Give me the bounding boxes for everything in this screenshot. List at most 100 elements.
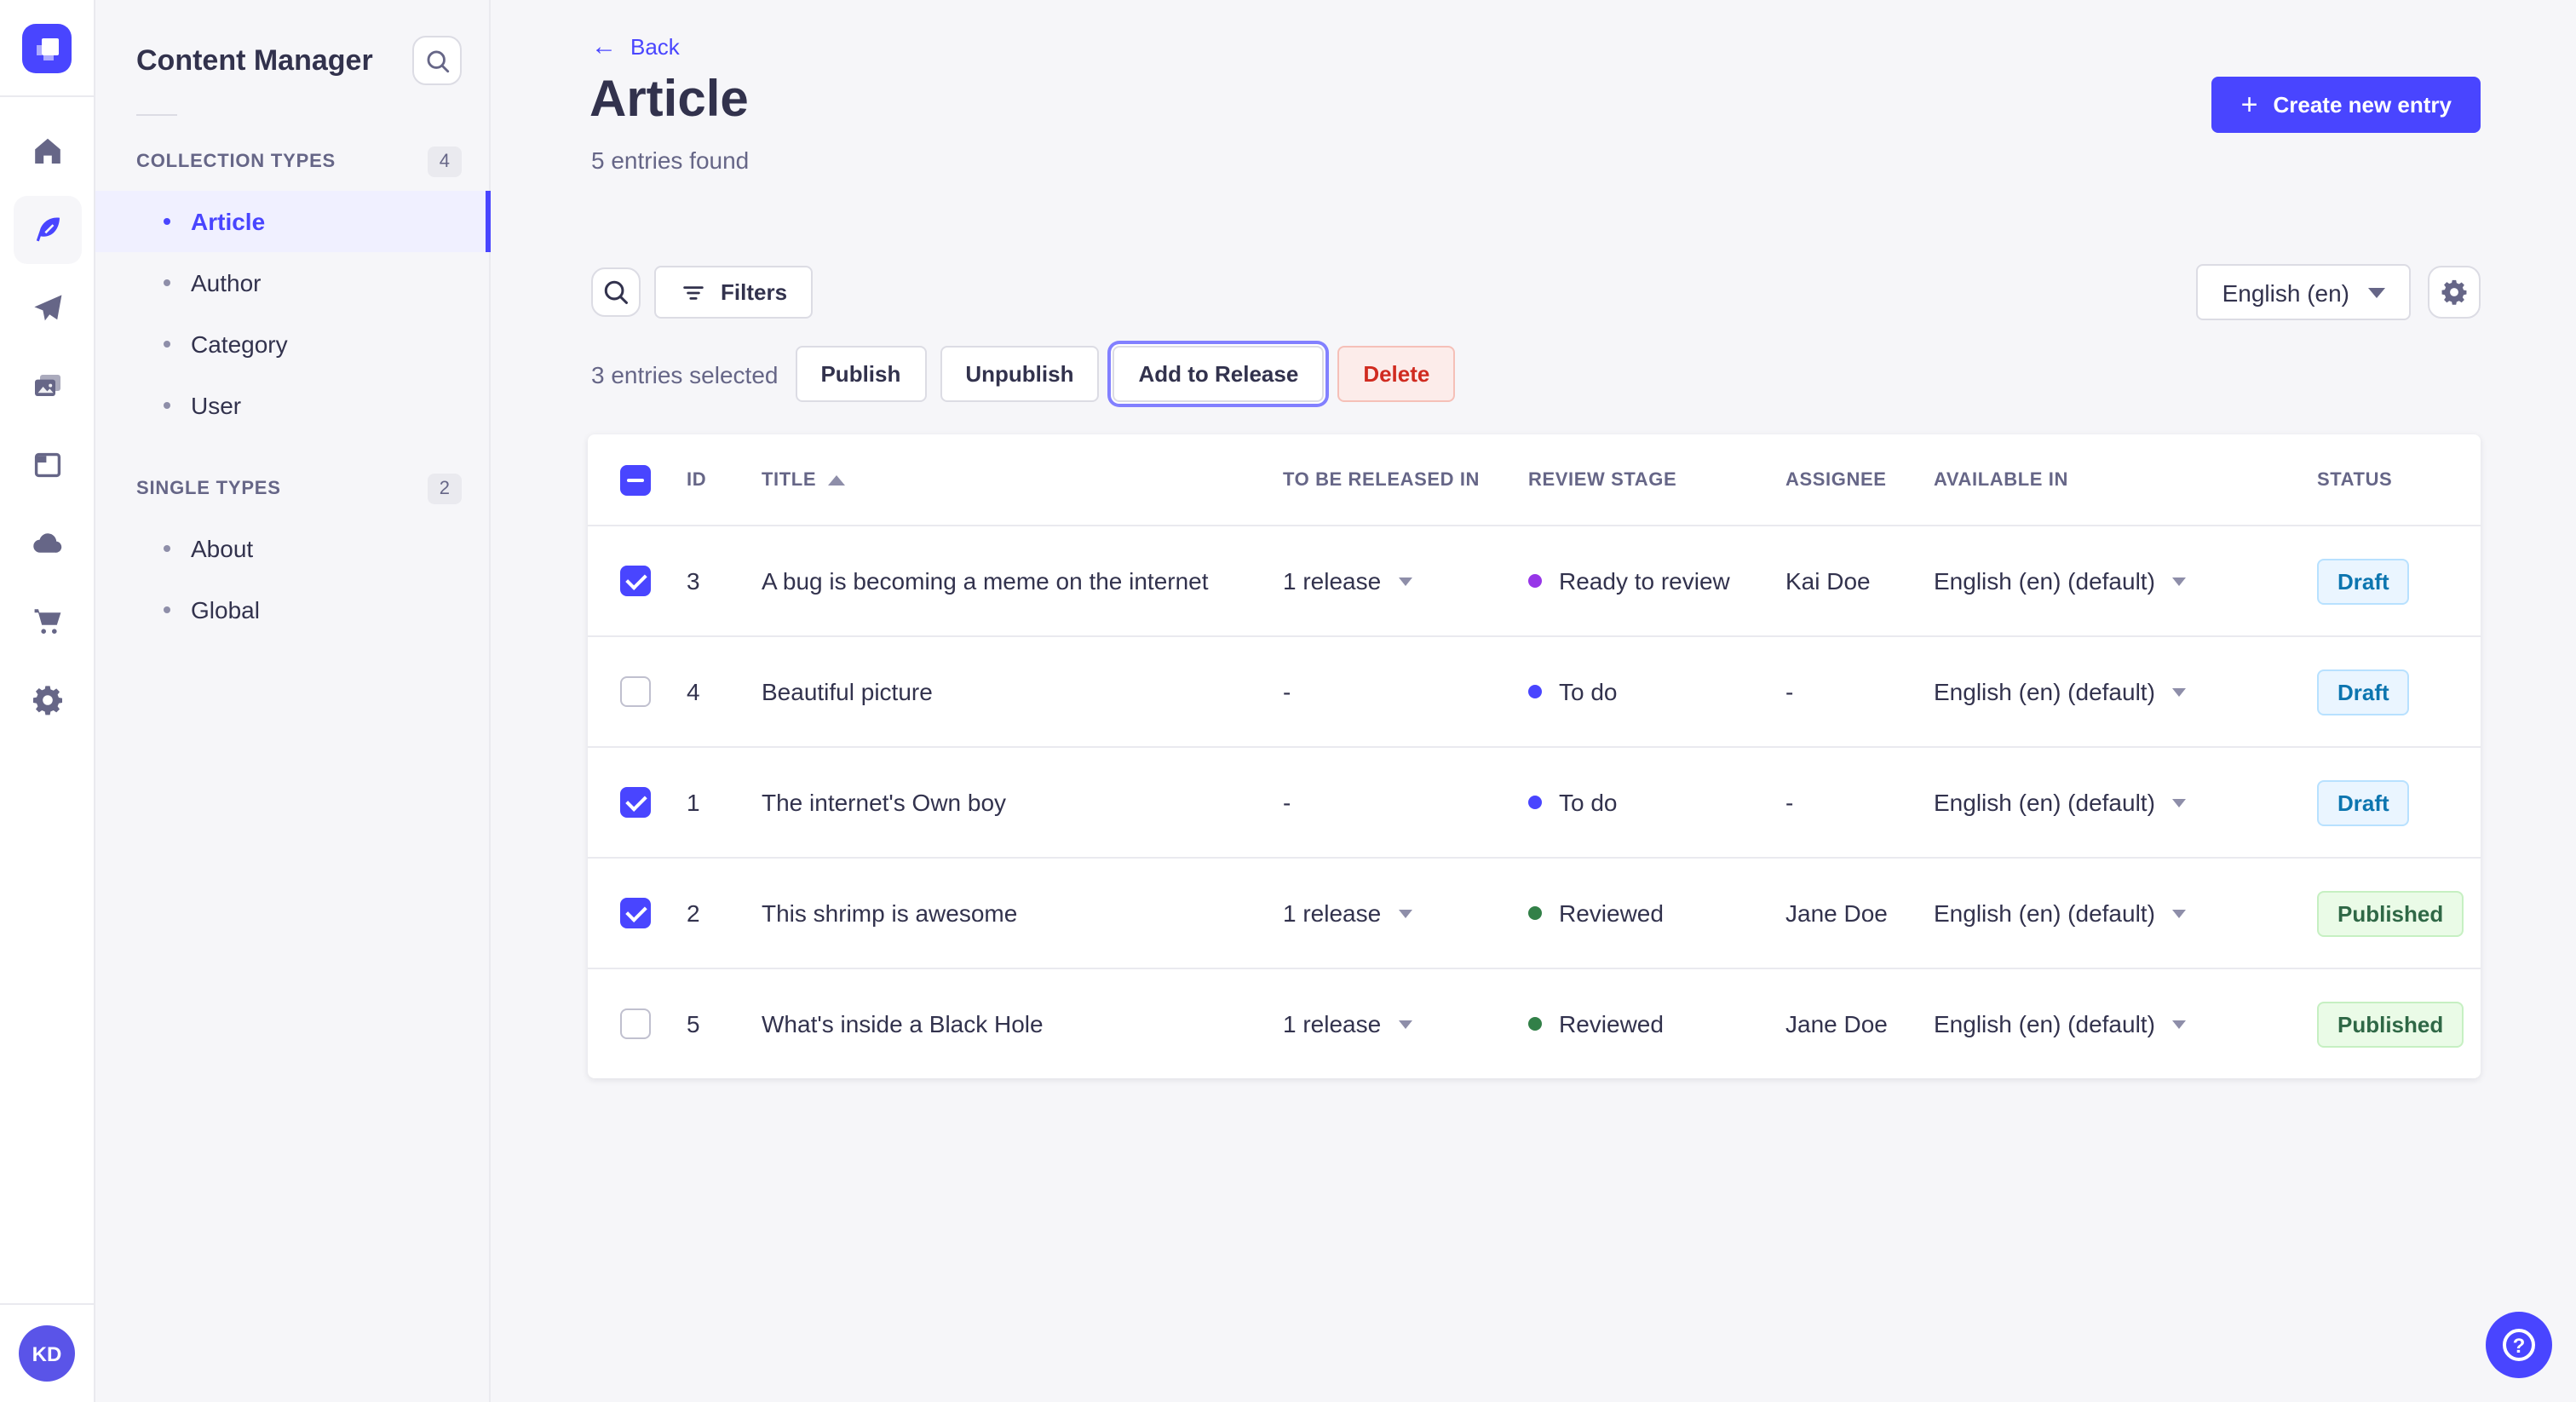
- rail-cloud-button[interactable]: [13, 509, 81, 577]
- search-icon: [426, 49, 449, 72]
- cell-locale: English (en) (default): [1934, 567, 2155, 595]
- locale-menu-icon[interactable]: [2171, 687, 2186, 696]
- column-header-assignee[interactable]: ASSIGNEE: [1785, 469, 1934, 490]
- gear-icon: [32, 686, 61, 715]
- entries-count: 5 entries found: [591, 147, 750, 174]
- cell-release: -: [1283, 789, 1291, 816]
- subnav-item-about[interactable]: About: [95, 518, 489, 579]
- strapi-logo[interactable]: [22, 24, 72, 73]
- cell-id: 5: [687, 1010, 700, 1037]
- locale-select[interactable]: English (en): [2196, 264, 2411, 320]
- column-header-release[interactable]: TO BE RELEASED IN: [1283, 469, 1528, 490]
- rail-marketplace-button[interactable]: [13, 588, 81, 656]
- cell-id: 3: [687, 567, 700, 595]
- release-menu-icon[interactable]: [1398, 909, 1412, 917]
- row-checkbox[interactable]: [620, 787, 651, 818]
- locale-value: English (en): [2222, 279, 2349, 306]
- locale-menu-icon[interactable]: [2171, 1020, 2186, 1028]
- cell-assignee: -: [1785, 678, 1794, 705]
- rail-content-type-builder-button[interactable]: [13, 431, 81, 499]
- publish-button[interactable]: Publish: [795, 346, 927, 402]
- back-arrow-icon: ←: [591, 32, 617, 61]
- status-badge: Published: [2317, 1001, 2464, 1047]
- row-checkbox[interactable]: [620, 676, 651, 707]
- subnav-item-label: Global: [191, 596, 260, 623]
- column-header-status[interactable]: STATUS: [2317, 469, 2481, 490]
- cloud-icon: [32, 533, 61, 553]
- bullet-icon: [164, 218, 170, 225]
- select-all-checkbox[interactable]: [620, 464, 651, 495]
- help-button[interactable]: ?: [2486, 1312, 2552, 1378]
- row-checkbox[interactable]: [620, 898, 651, 928]
- table-row[interactable]: 5 What's inside a Black Hole 1 release R…: [588, 968, 2481, 1078]
- rail-content-manager-button[interactable]: [13, 196, 81, 264]
- column-header-available[interactable]: AVAILABLE IN: [1934, 469, 2317, 490]
- subnav-item-global[interactable]: Global: [95, 579, 489, 641]
- single-types-count: 2: [427, 474, 462, 504]
- subnav-title: Content Manager: [136, 43, 373, 76]
- release-menu-icon[interactable]: [1398, 1020, 1412, 1028]
- status-badge: Draft: [2317, 779, 2410, 825]
- row-checkbox[interactable]: [620, 566, 651, 596]
- cell-title: The internet's Own boy: [762, 789, 1007, 816]
- subnav-item-label: User: [191, 392, 242, 419]
- locale-menu-icon[interactable]: [2171, 909, 2186, 917]
- stage-dot-icon: [1528, 685, 1542, 698]
- bullet-icon: [164, 545, 170, 552]
- rail-home-button[interactable]: [13, 118, 81, 186]
- entries-table: ID TITLE TO BE RELEASED IN REVIEW STAGE …: [588, 434, 2481, 1078]
- table-row[interactable]: 3 A bug is becoming a meme on the intern…: [588, 525, 2481, 635]
- back-link[interactable]: ← Back: [591, 34, 680, 60]
- cell-title: This shrimp is awesome: [762, 899, 1018, 927]
- user-avatar[interactable]: KD: [19, 1325, 75, 1382]
- subnav-item-label: Author: [191, 269, 262, 296]
- create-new-entry-button[interactable]: + Create new entry: [2211, 77, 2481, 133]
- cell-stage: Reviewed: [1559, 1010, 1664, 1037]
- stage-dot-icon: [1528, 796, 1542, 809]
- column-header-title-label: TITLE: [762, 469, 817, 490]
- search-icon: [604, 280, 628, 304]
- column-header-id[interactable]: ID: [687, 469, 762, 490]
- rail-settings-button[interactable]: [13, 666, 81, 734]
- back-label: Back: [630, 34, 680, 60]
- subnav-item-author[interactable]: Author: [95, 252, 489, 313]
- question-mark-icon: ?: [2503, 1329, 2535, 1361]
- filters-label: Filters: [721, 279, 788, 305]
- subnav-item-article[interactable]: Article: [95, 191, 491, 252]
- delete-button[interactable]: Delete: [1337, 346, 1456, 402]
- cell-assignee: Jane Doe: [1785, 1010, 1888, 1037]
- cell-assignee: -: [1785, 789, 1794, 816]
- subnav-search-button[interactable]: [412, 36, 462, 85]
- sort-ascending-icon[interactable]: [828, 474, 846, 485]
- cell-stage: To do: [1559, 678, 1618, 705]
- unpublish-button[interactable]: Unpublish: [940, 346, 1100, 402]
- locale-menu-icon[interactable]: [2171, 798, 2186, 807]
- view-settings-button[interactable]: [2428, 266, 2481, 319]
- subnav-item-category[interactable]: Category: [95, 313, 489, 375]
- table-row[interactable]: 2 This shrimp is awesome 1 release Revie…: [588, 857, 2481, 968]
- add-to-release-button[interactable]: Add to Release: [1113, 346, 1325, 402]
- filters-button[interactable]: Filters: [654, 266, 814, 319]
- cell-id: 1: [687, 789, 700, 816]
- feather-icon: [35, 217, 59, 242]
- locale-menu-icon[interactable]: [2171, 577, 2186, 585]
- subnav-item-user[interactable]: User: [95, 375, 489, 436]
- selection-summary: 3 entries selected: [591, 360, 779, 388]
- table-row[interactable]: 1 The internet's Own boy - To do - Engli…: [588, 746, 2481, 857]
- cell-title: What's inside a Black Hole: [762, 1010, 1044, 1037]
- content-manager-subnav: Content Manager COLLECTION TYPES 4 Artic…: [95, 0, 491, 1402]
- rail-releases-button[interactable]: [13, 274, 81, 342]
- stage-dot-icon: [1528, 1017, 1542, 1031]
- table-row[interactable]: 4 Beautiful picture - To do - English (e…: [588, 635, 2481, 746]
- chevron-down-icon: [2368, 287, 2385, 297]
- column-header-stage[interactable]: REVIEW STAGE: [1528, 469, 1785, 490]
- column-header-title[interactable]: TITLE: [762, 469, 1283, 490]
- release-menu-icon[interactable]: [1398, 577, 1412, 585]
- subnav-divider: [136, 114, 177, 116]
- row-checkbox[interactable]: [620, 1008, 651, 1039]
- rail-media-library-button[interactable]: [13, 353, 81, 421]
- cell-stage: Reviewed: [1559, 899, 1664, 927]
- cell-stage: To do: [1559, 789, 1618, 816]
- status-badge: Published: [2317, 890, 2464, 936]
- table-search-button[interactable]: [591, 267, 641, 317]
